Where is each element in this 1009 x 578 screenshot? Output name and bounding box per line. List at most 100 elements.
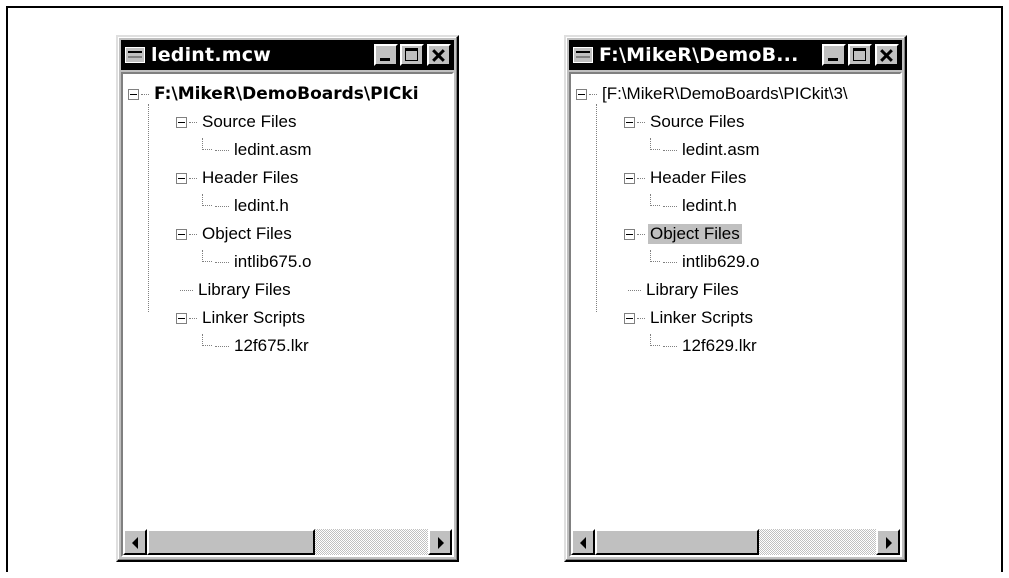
tree-leaf-intlib675[interactable]: intlib675.o: [202, 250, 314, 274]
tree-root-label: F:\MikeR\DemoBoards\PICki: [154, 84, 419, 104]
project-window-right[interactable]: F:\MikeR\DemoB... [F:\MikeR\DemoBoards\P…: [564, 35, 907, 562]
tree-leaf-label: intlib629.o: [682, 252, 760, 271]
tree-root-node[interactable]: [F:\MikeR\DemoBoards\PICkit\3\: [576, 82, 850, 106]
tree-leaf-ledint-asm[interactable]: ledint.asm: [650, 138, 761, 162]
tree-leaf-ledint-h[interactable]: ledint.h: [202, 194, 291, 218]
tree-node-library-files[interactable]: Library Files: [628, 278, 741, 302]
tree-node-label: Source Files: [650, 112, 745, 131]
tree-leaf-label: ledint.asm: [682, 140, 760, 159]
horizontal-scrollbar[interactable]: [123, 529, 452, 555]
tree-node-label: Library Files: [198, 280, 291, 299]
arrow-left-icon[interactable]: [123, 529, 147, 555]
tree-node-label: Library Files: [646, 280, 739, 299]
tree-connector: [663, 205, 677, 207]
window-menu-icon[interactable]: [125, 47, 145, 63]
tree-node-label: Object Files: [202, 224, 292, 243]
collapse-minus-icon[interactable]: [176, 116, 187, 128]
tree-node-linker-scripts[interactable]: Linker Scripts: [176, 306, 307, 330]
tree-leaf-ledint-h[interactable]: ledint.h: [650, 194, 739, 218]
tree-connector: [663, 149, 677, 151]
tree-node-object-files[interactable]: Object Files: [176, 222, 294, 246]
minimize-icon[interactable]: [374, 44, 398, 66]
window-title: F:\MikeR\DemoB...: [599, 44, 799, 66]
tree-node-source-files[interactable]: Source Files: [624, 110, 746, 134]
tree-node-label: Header Files: [202, 168, 299, 187]
tree-connector: [189, 121, 197, 123]
collapse-minus-icon[interactable]: [624, 312, 635, 324]
tree-connector: [663, 345, 677, 347]
arrow-right-icon[interactable]: [876, 529, 900, 555]
scrollbar-track[interactable]: [147, 529, 428, 555]
tree-connector: [215, 261, 229, 263]
tree-guide-line: [596, 104, 597, 312]
maximize-icon[interactable]: [848, 44, 872, 66]
collapse-minus-icon[interactable]: [624, 116, 635, 128]
arrow-right-icon[interactable]: [428, 529, 452, 555]
project-tree: [F:\MikeR\DemoBoards\PICkit\3\ Source Fi…: [571, 74, 900, 529]
collapse-minus-icon[interactable]: [624, 228, 635, 240]
tree-node-header-files[interactable]: Header Files: [176, 166, 300, 190]
window-menu-icon[interactable]: [573, 47, 593, 63]
horizontal-scrollbar[interactable]: [571, 529, 900, 555]
tree-node-source-files[interactable]: Source Files: [176, 110, 298, 134]
tree-node-library-files[interactable]: Library Files: [180, 278, 293, 302]
tree-leaf-12f629-lkr[interactable]: 12f629.lkr: [650, 334, 759, 358]
window-title: ledint.mcw: [151, 44, 271, 66]
tree-connector: [202, 334, 212, 346]
tree-leaf-ledint-asm[interactable]: ledint.asm: [202, 138, 313, 162]
collapse-minus-icon[interactable]: [176, 172, 187, 184]
tree-node-header-files[interactable]: Header Files: [624, 166, 748, 190]
tree-connector: [189, 233, 197, 235]
scrollbar-thumb[interactable]: [147, 529, 315, 555]
tree-connector: [189, 177, 197, 179]
tree-connector: [215, 205, 229, 207]
window-controls: [822, 44, 899, 66]
close-icon[interactable]: [427, 44, 451, 66]
tree-leaf-12f675-lkr[interactable]: 12f675.lkr: [202, 334, 311, 358]
tree-connector: [628, 289, 641, 291]
tree-leaf-label: 12f675.lkr: [234, 336, 309, 355]
tree-leaf-label: 12f629.lkr: [682, 336, 757, 355]
tree-node-object-files[interactable]: Object Files: [624, 222, 742, 246]
tree-connector: [141, 93, 149, 95]
tree-connector: [637, 233, 645, 235]
close-icon[interactable]: [875, 44, 899, 66]
collapse-minus-icon[interactable]: [176, 228, 187, 240]
tree-connector: [650, 194, 660, 206]
scrollbar-track[interactable]: [595, 529, 876, 555]
tree-node-linker-scripts[interactable]: Linker Scripts: [624, 306, 755, 330]
tree-root-label: [F:\MikeR\DemoBoards\PICkit\3\: [602, 84, 848, 103]
collapse-minus-icon[interactable]: [576, 88, 587, 100]
tree-leaf-label: ledint.h: [234, 196, 289, 215]
title-bar[interactable]: ledint.mcw: [121, 40, 454, 70]
tree-connector: [189, 317, 197, 319]
arrow-left-icon[interactable]: [571, 529, 595, 555]
maximize-icon[interactable]: [400, 44, 424, 66]
window-controls: [374, 44, 451, 66]
tree-connector: [180, 289, 193, 291]
tree-connector: [663, 261, 677, 263]
tree-connector: [650, 334, 660, 346]
tree-node-label-selected: Object Files: [648, 224, 742, 244]
tree-connector: [202, 194, 212, 206]
project-tree-pane: [F:\MikeR\DemoBoards\PICkit\3\ Source Fi…: [569, 72, 902, 557]
collapse-minus-icon[interactable]: [128, 88, 139, 100]
minimize-icon[interactable]: [822, 44, 846, 66]
tree-connector: [215, 149, 229, 151]
tree-connector: [215, 345, 229, 347]
collapse-minus-icon[interactable]: [624, 172, 635, 184]
tree-connector: [589, 93, 597, 95]
project-window-left[interactable]: ledint.mcw F:\MikeR\DemoBoards\PICki Sou…: [116, 35, 459, 562]
tree-connector: [202, 250, 212, 262]
tree-leaf-label: ledint.h: [682, 196, 737, 215]
project-tree-pane: F:\MikeR\DemoBoards\PICki Source Files l…: [121, 72, 454, 557]
tree-connector: [650, 138, 660, 150]
collapse-minus-icon[interactable]: [176, 312, 187, 324]
tree-connector: [202, 138, 212, 150]
tree-node-label: Linker Scripts: [650, 308, 753, 327]
tree-root-node[interactable]: F:\MikeR\DemoBoards\PICki: [128, 82, 421, 106]
title-bar[interactable]: F:\MikeR\DemoB...: [569, 40, 902, 70]
tree-leaf-intlib629[interactable]: intlib629.o: [650, 250, 762, 274]
scrollbar-thumb[interactable]: [595, 529, 759, 555]
tree-leaf-label: intlib675.o: [234, 252, 312, 271]
